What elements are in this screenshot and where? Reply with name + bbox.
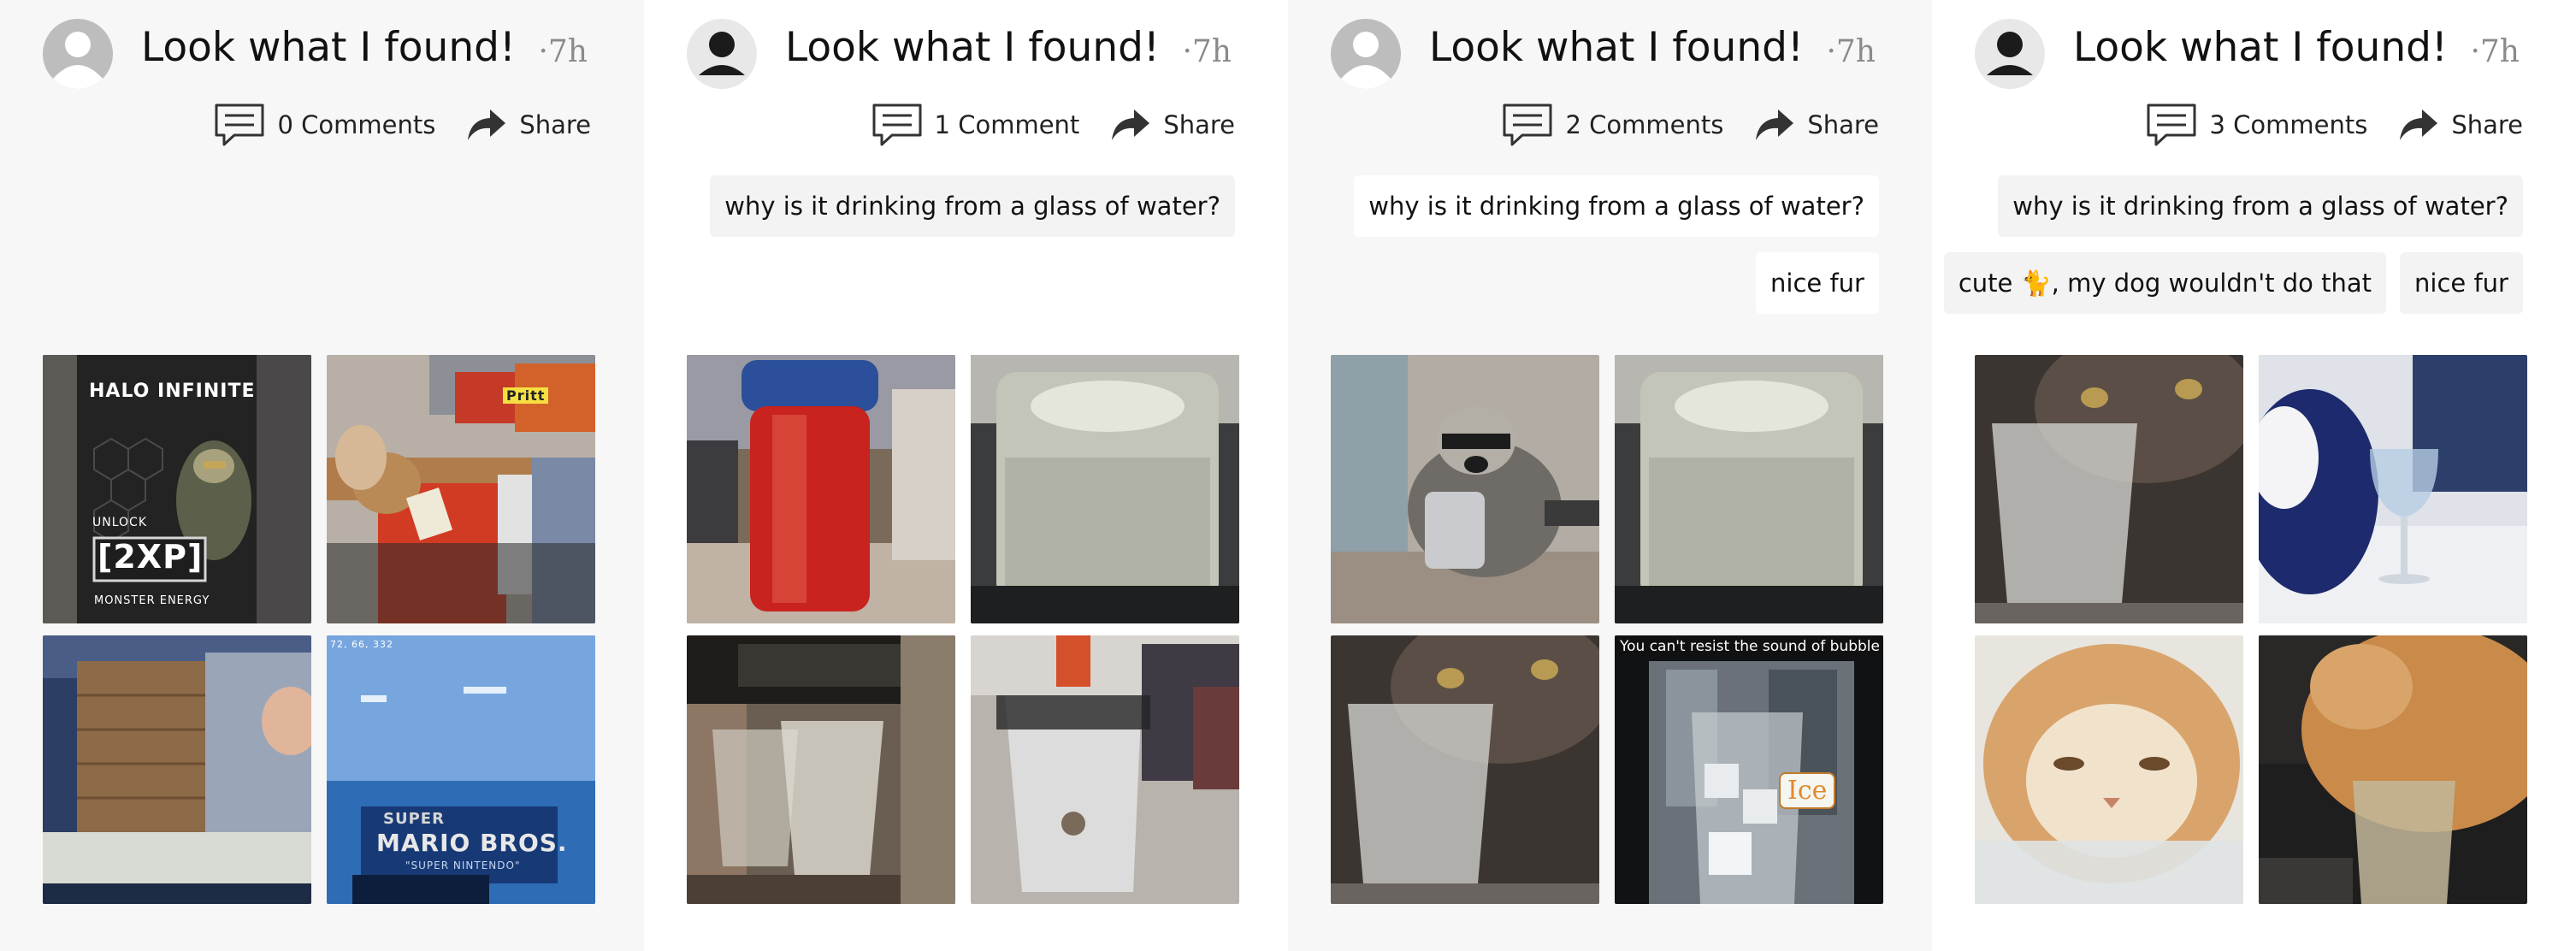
comment-bubble[interactable]: why is it drinking from a glass of water… [710, 175, 1235, 237]
comment-bubble[interactable]: cute 🐈, my dog wouldn't do that [1943, 252, 2387, 314]
post-title: Look what I found! [141, 24, 516, 71]
comments-button[interactable]: 1 Comment [871, 103, 1080, 147]
image-tile-pouring-pitcher[interactable] [971, 635, 1239, 904]
ice-sticker: Ice [1779, 772, 1836, 809]
comments-count-label: 1 Comment [934, 110, 1080, 139]
comment-list: why is it drinking from a glass of water… [1943, 175, 2523, 314]
comment-row: cute 🐈, my dog wouldn't do that nice fur [1943, 252, 2523, 314]
comment-list: why is it drinking from a glass of water… [710, 175, 1235, 237]
share-arrow-icon [2400, 109, 2438, 140]
share-button[interactable]: Share [1754, 108, 1879, 142]
comment-list: why is it drinking from a glass of water… [1354, 175, 1879, 314]
post-title: Look what I found! [785, 24, 1160, 71]
image-tile-persian-cat[interactable] [1975, 635, 2243, 904]
share-label: Share [1163, 110, 1235, 139]
image-tile-cat-glass[interactable] [1331, 635, 1599, 904]
image-tile-water-jug[interactable] [971, 355, 1239, 623]
image-tile-raccoon-cup[interactable] [1331, 355, 1599, 623]
halo-brand-text: HALO INFINITE [89, 381, 256, 402]
comment-bubble[interactable]: why is it drinking from a glass of water… [1354, 175, 1879, 237]
share-button[interactable]: Share [466, 108, 591, 142]
comment-row: why is it drinking from a glass of water… [710, 175, 1235, 237]
mario-sub-text: "SUPER NINTENDO" [405, 859, 521, 871]
image-tile-wine-glass-pet[interactable] [2259, 355, 2527, 623]
share-label: Share [519, 110, 591, 139]
share-button[interactable]: Share [2398, 108, 2523, 142]
image-tile-cat-drinking[interactable] [2259, 635, 2527, 904]
comment-bubble-icon [872, 103, 922, 146]
post-actions: 2 Comments Share [1502, 101, 1879, 149]
comments-button[interactable]: 0 Comments [214, 103, 435, 147]
mario-coords-text: 72, 66, 332 [330, 639, 393, 650]
post-actions: 1 Comment Share [871, 101, 1235, 149]
halo-unlock-text: UNLOCK [92, 516, 147, 529]
comment-bubble-icon [1503, 103, 1552, 146]
share-arrow-icon [1112, 109, 1150, 140]
user-avatar-icon[interactable] [1975, 19, 2045, 89]
post-time: ·7h [538, 34, 588, 69]
share-button[interactable]: Share [1110, 108, 1235, 142]
image-grid [687, 355, 1241, 904]
halo-2xp-text: [2XP] [97, 538, 204, 576]
post-card-0: Look what I found! ·7h 0 Comments Share [0, 0, 644, 951]
image-tile-red-bottle[interactable] [687, 355, 955, 623]
post-card-1: Look what I found! ·7h 1 Comment Share w… [644, 0, 1288, 951]
image-tile-mario-screen[interactable]: 72, 66, 332 SUPER MARIO BROS. "SUPER NIN… [327, 635, 595, 904]
image-grid: HALO INFINITE UNLOCK [2XP] MONSTER ENERG… [43, 355, 597, 904]
post-title: Look what I found! [2073, 24, 2448, 71]
image-grid: You can't resist the sound of bubble Ice [1331, 355, 1885, 904]
post-time: ·7h [1826, 34, 1876, 69]
image-tile-water-jug[interactable] [1615, 355, 1883, 623]
share-arrow-icon [1756, 109, 1794, 140]
comments-button[interactable]: 3 Comments [2146, 103, 2367, 147]
share-arrow-icon [468, 109, 506, 140]
comment-row: why is it drinking from a glass of water… [1354, 175, 1879, 237]
image-tile-squirrel-keychain[interactable]: Pritt [327, 355, 595, 623]
comments-count-label: 2 Comments [1565, 110, 1724, 139]
halo-monster-text: MONSTER ENERGY [94, 594, 210, 607]
image-tile-espresso-glasses[interactable] [687, 635, 955, 904]
pritt-label: Pritt [503, 387, 549, 404]
comment-row: nice fur [1756, 252, 1879, 314]
comment-bubble[interactable]: why is it drinking from a glass of water… [1998, 175, 2523, 237]
user-avatar-icon[interactable] [1331, 19, 1401, 89]
image-grid [1975, 355, 2529, 904]
mario-logo-top-text: SUPER [383, 810, 445, 828]
post-title: Look what I found! [1429, 24, 1804, 71]
share-label: Share [2451, 110, 2523, 139]
comments-count-label: 0 Comments [277, 110, 436, 139]
post-card-2: Look what I found! ·7h 2 Comments Share … [1288, 0, 1932, 951]
image-tile-ice-glass-video[interactable]: You can't resist the sound of bubble Ice [1615, 635, 1883, 904]
user-avatar-icon[interactable] [687, 19, 757, 89]
comments-button[interactable]: 2 Comments [1502, 103, 1723, 147]
post-time: ·7h [1182, 34, 1232, 69]
user-avatar-icon[interactable] [43, 19, 113, 89]
post-board: Look what I found! ·7h 0 Comments Share [0, 0, 2576, 951]
post-actions: 3 Comments Share [2146, 101, 2523, 149]
comment-row: why is it drinking from a glass of water… [1998, 175, 2523, 237]
comments-count-label: 3 Comments [2209, 110, 2368, 139]
comment-bubble-icon [2147, 103, 2196, 146]
mario-logo-bottom-text: MARIO BROS. [376, 829, 568, 857]
comment-bubble[interactable]: nice fur [2400, 252, 2523, 314]
share-label: Share [1807, 110, 1879, 139]
post-time: ·7h [2470, 34, 2520, 69]
comment-bubble[interactable]: nice fur [1756, 252, 1879, 314]
post-card-3: Look what I found! ·7h 3 Comments Share … [1932, 0, 2576, 951]
video-caption: You can't resist the sound of bubble [1620, 638, 1880, 655]
image-tile-halo-can[interactable]: HALO INFINITE UNLOCK [2XP] MONSTER ENERG… [43, 355, 311, 623]
comment-bubble-icon [215, 103, 264, 146]
image-tile-cat-glass[interactable] [1975, 355, 2243, 623]
post-actions: 0 Comments Share [214, 101, 591, 149]
image-tile-desk-screen[interactable] [43, 635, 311, 904]
